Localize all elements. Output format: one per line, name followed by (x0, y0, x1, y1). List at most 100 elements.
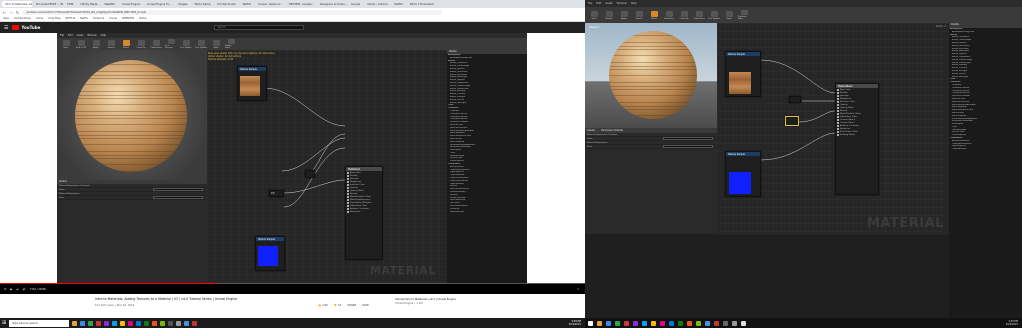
toolbar-button[interactable]: Clean Up (135, 39, 147, 49)
taskbar-app-icon[interactable] (192, 320, 198, 326)
details-value-input[interactable] (153, 188, 203, 191)
taskbar-app-icon[interactable] (588, 320, 593, 326)
palette-item[interactable]: ObjectBounds (949, 148, 1022, 151)
ue-material-graph[interactable]: Zoom -1 MATERIAL Texture Sample Texture … (717, 23, 949, 235)
menu-item[interactable]: File (588, 2, 592, 5)
taskbar-app-icon[interactable] (741, 320, 746, 326)
browser-tab[interactable]: images (175, 1, 191, 7)
browser-tab[interactable]: Unreal Engine (118, 1, 144, 7)
bookmark-link[interactable]: Unreal (109, 17, 117, 20)
taskbar-app-icon[interactable] (597, 320, 602, 326)
browser-tab[interactable]: WebRTC (101, 1, 118, 7)
menu-item[interactable]: Edit (596, 2, 601, 5)
toolbar-button[interactable]: Live Nodes (180, 39, 192, 49)
toolbar-button[interactable]: Clean Up (678, 10, 690, 20)
browser-tab[interactable]: Netflix (391, 1, 406, 7)
taskbar-app-icon[interactable] (176, 320, 182, 326)
details-value-input[interactable] (663, 145, 713, 148)
next-icon[interactable]: ⏭ (16, 288, 18, 291)
bookmark-link[interactable]: Gmail (36, 17, 43, 20)
menu-item[interactable]: Asset (77, 34, 84, 37)
forward-icon[interactable]: → (9, 10, 12, 15)
taskbar-app-icon[interactable] (112, 320, 118, 326)
ue-viewport[interactable]: Viewport (585, 23, 717, 128)
taskbar-app-icon[interactable] (120, 320, 126, 326)
bookmark-link[interactable]: Netflix (80, 17, 88, 20)
taskbar-app-icon[interactable] (696, 320, 701, 326)
bookmark-link[interactable]: Facebook (93, 17, 104, 20)
share-button[interactable]: SHARE (347, 304, 356, 307)
previous-icon[interactable]: ⏮ (4, 288, 6, 291)
taskbar-app-icon[interactable] (714, 320, 719, 326)
taskbar-app-icon[interactable] (624, 320, 629, 326)
taskbar-app-icon[interactable] (723, 320, 728, 326)
browser-tab[interactable]: Unreal - Game Cr... (255, 1, 286, 7)
taskbar-app-icon[interactable] (732, 320, 737, 326)
taskbar-app-icon[interactable] (687, 320, 692, 326)
taskbar-app-icon[interactable] (104, 320, 110, 326)
material-result-node[interactable]: MaterialBasic Base Color Metallic Specular… (835, 83, 879, 195)
taskbar-app-icon[interactable] (96, 320, 102, 326)
toolbar-button[interactable]: Stats (210, 39, 222, 49)
palette-item[interactable]: WorldPosition (447, 211, 527, 214)
taskbar-search[interactable]: Type here to search (9, 319, 70, 327)
toolbar-button[interactable]: Live Preview (165, 39, 177, 49)
dislike-button[interactable]: 👎 12 (334, 304, 341, 307)
toolbar-button[interactable]: Mobile Stats (225, 39, 237, 49)
menu-item[interactable]: Help (631, 2, 637, 5)
browser-tab[interactable]: TIME (64, 1, 77, 7)
ue-viewport[interactable] (57, 50, 207, 180)
browser-tab[interactable]: Intro to Materials: Addi... (2, 1, 32, 7)
up-next-card[interactable]: Introduction to Materials | v4.2 | Unrea… (395, 298, 485, 314)
ue-material-graph[interactable]: Base pass shader with only dynamic light… (207, 50, 447, 286)
youtube-logo[interactable]: YouTube (12, 25, 40, 30)
constant-node-2[interactable] (305, 170, 315, 178)
browser-tab[interactable]: Pro Set Sculpt (214, 1, 239, 7)
toolbar-button[interactable]: Apply (90, 39, 102, 49)
bookmark-link[interactable]: NETFLIX (65, 17, 75, 20)
material-result-node[interactable]: MyMaterial Base Color Metallic Specular Rou… (345, 166, 383, 260)
taskbar-app-icon[interactable] (642, 320, 647, 326)
back-icon[interactable]: ← (3, 10, 6, 15)
toolbar-button[interactable]: Save (588, 10, 600, 20)
toolbar-button[interactable]: Find in CB (75, 39, 87, 49)
bookmark-link[interactable]: WEBSITES (122, 17, 134, 20)
bookmark-link[interactable]: Notion (139, 17, 147, 20)
taskbar-app-icon[interactable] (152, 320, 158, 326)
menu-icon[interactable]: ☰ (4, 25, 8, 31)
toolbar-button[interactable]: Save (60, 39, 72, 49)
menu-item[interactable]: Window (87, 34, 96, 37)
bookmark-link[interactable]: Apps (3, 17, 9, 20)
browser-tab[interactable]: Designers and Dev... (317, 1, 348, 7)
taskbar-app-icon[interactable] (660, 320, 665, 326)
viewport-tab[interactable]: Viewport (589, 26, 599, 29)
constant-node-2[interactable] (785, 116, 799, 126)
menu-item[interactable]: Window (616, 2, 626, 5)
parameter-defaults-tab[interactable]: Parameter Defaults (601, 129, 623, 132)
taskbar-app-icon[interactable] (144, 320, 150, 326)
play-icon[interactable]: ▶ (10, 288, 12, 291)
constant-node[interactable] (789, 96, 801, 103)
toolbar-button[interactable]: Apply (618, 10, 630, 20)
browser-tab[interactable]: World Game (191, 1, 214, 7)
toolbar-button[interactable]: Stats (723, 10, 735, 20)
toolbar-button[interactable]: Live Update (708, 10, 720, 20)
toolbar-button[interactable]: Home (648, 10, 660, 20)
toolbar-button[interactable]: Home (120, 39, 132, 49)
normal-texture-sample-node[interactable]: Texture Sample (255, 236, 285, 271)
toolbar-button[interactable]: Platform Stats (738, 10, 750, 20)
menu-item[interactable]: File (60, 34, 64, 37)
browser-tab[interactable]: PROTEM - Google... (286, 1, 317, 7)
bookmark-link[interactable]: Youtube Music (14, 17, 31, 20)
browser-tab[interactable]: Block 1 Homework (406, 1, 437, 7)
taskbar-app-icon[interactable] (678, 320, 683, 326)
taskbar-app-icon[interactable] (633, 320, 638, 326)
browser-tab[interactable]: Vimeo - Tutorial (364, 1, 391, 7)
details-tab[interactable]: Details (587, 129, 595, 132)
toolbar-button[interactable]: Search (633, 10, 645, 20)
toolbar-button[interactable]: Search (105, 39, 117, 49)
menu-item[interactable]: Asset (605, 2, 612, 5)
node-pin[interactable]: Refraction (346, 210, 382, 213)
menu-item[interactable]: Edit (68, 34, 73, 37)
taskbar-app-icon[interactable] (72, 320, 78, 326)
